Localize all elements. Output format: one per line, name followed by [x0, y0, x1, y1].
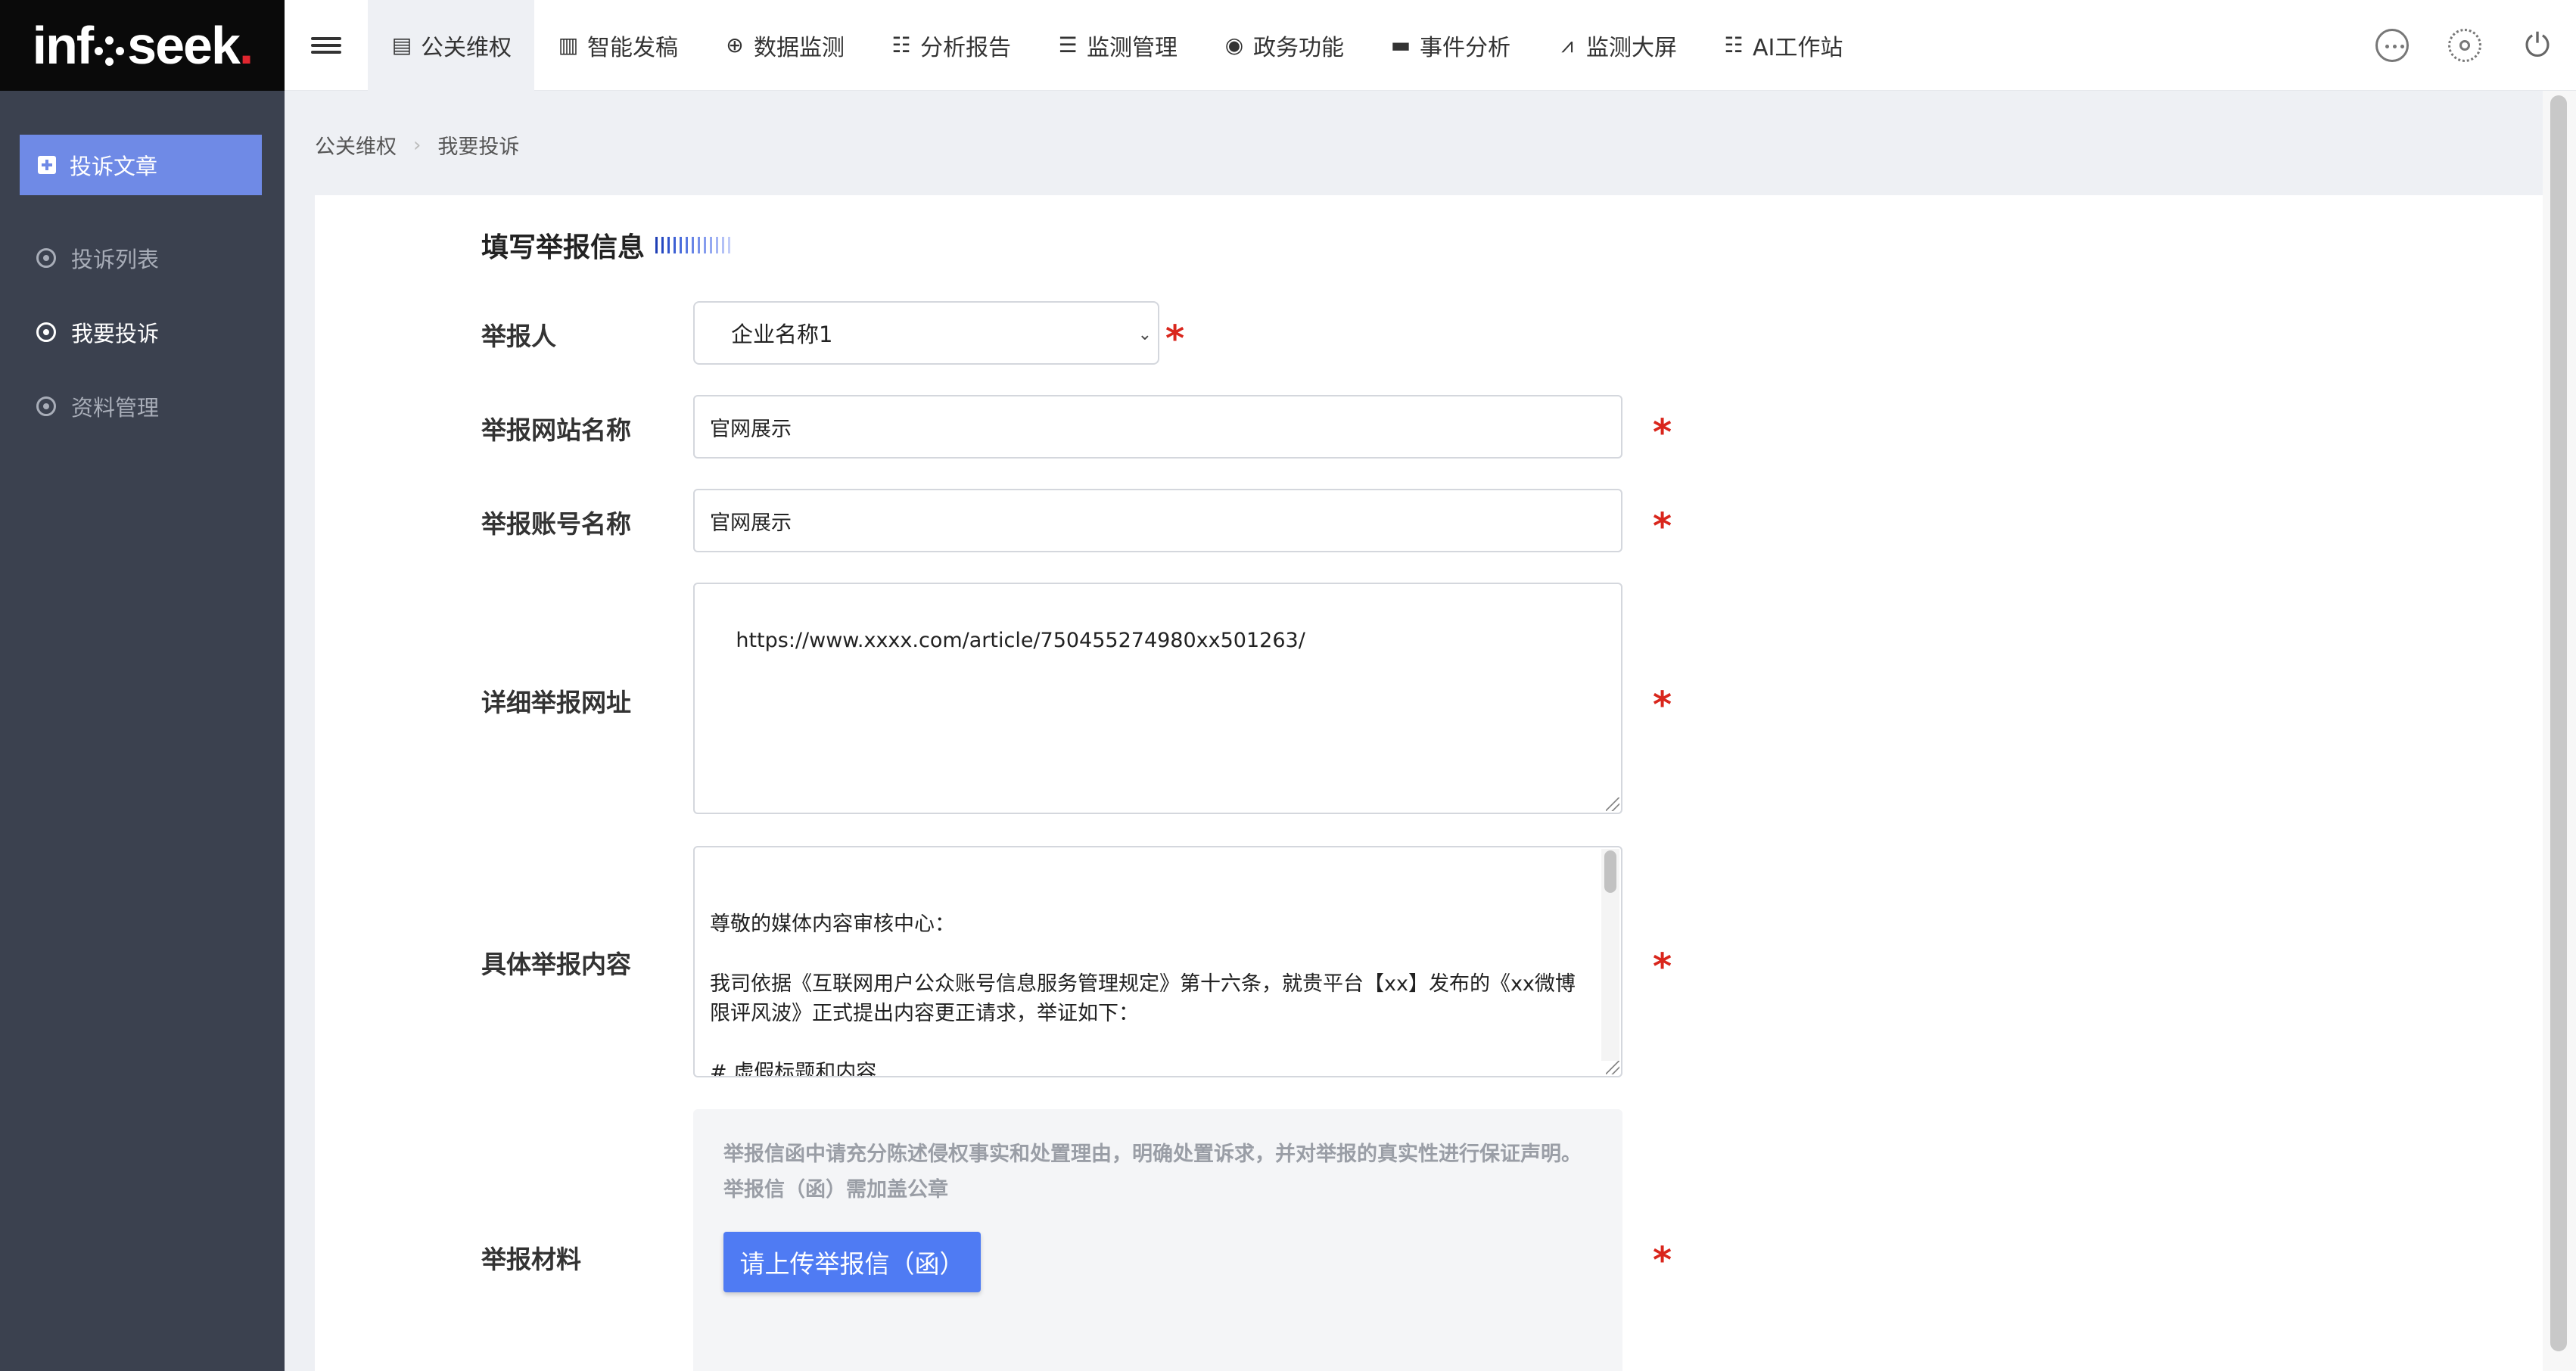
resize-handle-icon[interactable]	[1606, 797, 1619, 811]
site-name-input[interactable]	[693, 395, 1622, 459]
required-mark: *	[1653, 505, 1672, 548]
decorative-bars-icon	[655, 237, 731, 253]
account-name-label: 举报账号名称	[481, 509, 631, 539]
top-actions: ⏻	[2375, 0, 2555, 91]
section-title: 填写举报信息	[481, 225, 731, 265]
breadcrumb-root-link[interactable]: 公关维权	[315, 130, 397, 160]
sidebar-item-file-complaint[interactable]: 我要投诉	[36, 316, 159, 348]
reporter-select[interactable]: 企业名称1 ⌄	[693, 301, 1159, 365]
checklist-icon: ☷	[891, 33, 911, 58]
reporter-selected-value: 企业名称1	[731, 322, 833, 347]
sidebar-item-complaint-articles[interactable]: 投诉文章	[20, 135, 262, 195]
upload-area: 举报信函中请充分陈述侵权事实和处置理由，明确处置诉求，并对举报的真实性进行保证声…	[693, 1109, 1622, 1371]
content-scrollbar-thumb[interactable]	[1604, 850, 1616, 893]
nav-item-event-analysis[interactable]: ▬ 事件分析	[1367, 0, 1533, 91]
logout-button[interactable]: ⏻	[2520, 26, 2555, 64]
nav-item-gov-functions[interactable]: ◉ 政务功能	[1200, 0, 1367, 91]
nav-item-monitor-screen[interactable]: ⩘ 监测大屏	[1533, 0, 1700, 91]
required-mark: *	[1165, 318, 1185, 360]
bar-chart-icon: ▥	[558, 33, 579, 58]
dot-circle-icon	[36, 248, 56, 268]
sidebar: 投诉文章 投诉列表 我要投诉 资料管理	[0, 91, 285, 1371]
main-nav: ▤ 公关维权 ▥ 智能发稿 ⊕ 数据监测 ☷ 分析报告 ☰ 监测管理 ◉ 政务功…	[368, 0, 1865, 91]
logo-wordmark: inf seek.	[32, 16, 254, 75]
list-alt-icon: ▤	[391, 33, 412, 58]
logo-dots-icon	[95, 36, 125, 67]
complaint-form-card: 填写举报信息 举报人 企业名称1 ⌄ * 举报网站名称 * 举报账号名称 * 详…	[315, 195, 2543, 1371]
content-scrollbar[interactable]	[1601, 849, 1619, 1061]
menu-toggle-button[interactable]	[285, 0, 368, 91]
list-icon: ☰	[1058, 33, 1078, 58]
nav-label: 公关维权	[421, 34, 512, 61]
nav-label: AI工作站	[1753, 34, 1843, 61]
podcast-icon: ◉	[1224, 33, 1244, 58]
resize-handle-icon[interactable]	[1606, 1061, 1619, 1074]
nav-label: 数据监测	[754, 34, 845, 61]
required-mark: *	[1653, 1239, 1672, 1282]
nav-label: 监测大屏	[1586, 34, 1677, 61]
top-navbar: ▤ 公关维权 ▥ 智能发稿 ⊕ 数据监测 ☷ 分析报告 ☰ 监测管理 ◉ 政务功…	[285, 0, 2576, 91]
detail-url-textarea[interactable]: https://www.xxxx.com/article/75045527498…	[693, 583, 1622, 814]
site-name-label: 举报网站名称	[481, 415, 631, 445]
brand-logo[interactable]: inf seek.	[0, 0, 285, 91]
material-label: 举报材料	[481, 1245, 581, 1274]
nav-item-monitor-manage[interactable]: ☰ 监测管理	[1034, 0, 1200, 91]
sidebar-item-label: 投诉列表	[71, 247, 160, 272]
page-scrollbar-thumb[interactable]	[2550, 95, 2567, 1351]
sidebar-item-label: 我要投诉	[71, 321, 160, 347]
nav-item-ai-workstation[interactable]: ☷ AI工作站	[1700, 0, 1865, 91]
nav-label: 监测管理	[1087, 34, 1178, 61]
nav-item-analysis-report[interactable]: ☷ 分析报告	[867, 0, 1034, 91]
line-chart-icon: ⩘	[1561, 32, 1573, 58]
required-mark: *	[1653, 684, 1672, 726]
nav-label: 事件分析	[1420, 34, 1510, 61]
messages-button[interactable]	[2375, 28, 2410, 63]
breadcrumb: 公关维权 › 我要投诉	[315, 130, 519, 160]
dot-circle-icon	[36, 322, 56, 342]
power-icon: ⏻	[2525, 26, 2550, 64]
chat-bubble-icon	[2375, 29, 2409, 62]
detail-url-label: 详细举报网址	[481, 688, 631, 717]
sidebar-item-complaint-list[interactable]: 投诉列表	[36, 242, 159, 274]
breadcrumb-current: 我要投诉	[437, 135, 520, 159]
nav-item-data-monitor[interactable]: ⊕ 数据监测	[701, 0, 867, 91]
content-value: 尊敬的媒体内容审核中心： 我司依据《互联网用户公众账号信息服务管理规定》第十六条…	[710, 912, 1576, 1077]
gear-icon	[2448, 29, 2481, 62]
hamburger-icon	[311, 33, 341, 58]
sidebar-item-label: 资料管理	[71, 395, 160, 421]
required-mark: *	[1653, 412, 1672, 454]
chevron-right-icon: ›	[413, 133, 422, 157]
nav-item-smart-publish[interactable]: ▥ 智能发稿	[534, 0, 701, 91]
sidebar-item-label: 投诉文章	[70, 154, 158, 179]
sidebar-item-materials[interactable]: 资料管理	[36, 390, 159, 422]
plus-square-icon	[38, 156, 56, 174]
crosshair-icon: ⊕	[726, 33, 744, 58]
nav-label: 分析报告	[920, 34, 1011, 61]
upload-hint: 举报信函中请充分陈述侵权事实和处置理由，明确处置诉求，并对举报的真实性进行保证声…	[723, 1142, 1582, 1202]
chevron-down-icon: ⌄	[1137, 325, 1152, 344]
required-mark: *	[1653, 946, 1672, 988]
upload-letter-button[interactable]: 请上传举报信（函）	[723, 1232, 981, 1292]
nav-item-pr-defense[interactable]: ▤ 公关维权	[368, 0, 534, 91]
content-label: 具体举报内容	[481, 950, 631, 979]
detail-url-value: https://www.xxxx.com/article/75045527498…	[736, 629, 1305, 653]
card-icon: ▬	[1390, 33, 1411, 58]
settings-button[interactable]	[2447, 28, 2482, 63]
nav-label: 政务功能	[1253, 34, 1344, 61]
page-scrollbar[interactable]	[2543, 91, 2576, 1371]
checklist-icon: ☷	[1724, 33, 1744, 58]
account-name-input[interactable]	[693, 489, 1622, 552]
nav-label: 智能发稿	[587, 34, 678, 61]
content-textarea[interactable]: 尊敬的媒体内容审核中心： 我司依据《互联网用户公众账号信息服务管理规定》第十六条…	[693, 846, 1622, 1077]
dot-circle-icon	[36, 396, 56, 416]
reporter-label: 举报人	[481, 322, 556, 351]
